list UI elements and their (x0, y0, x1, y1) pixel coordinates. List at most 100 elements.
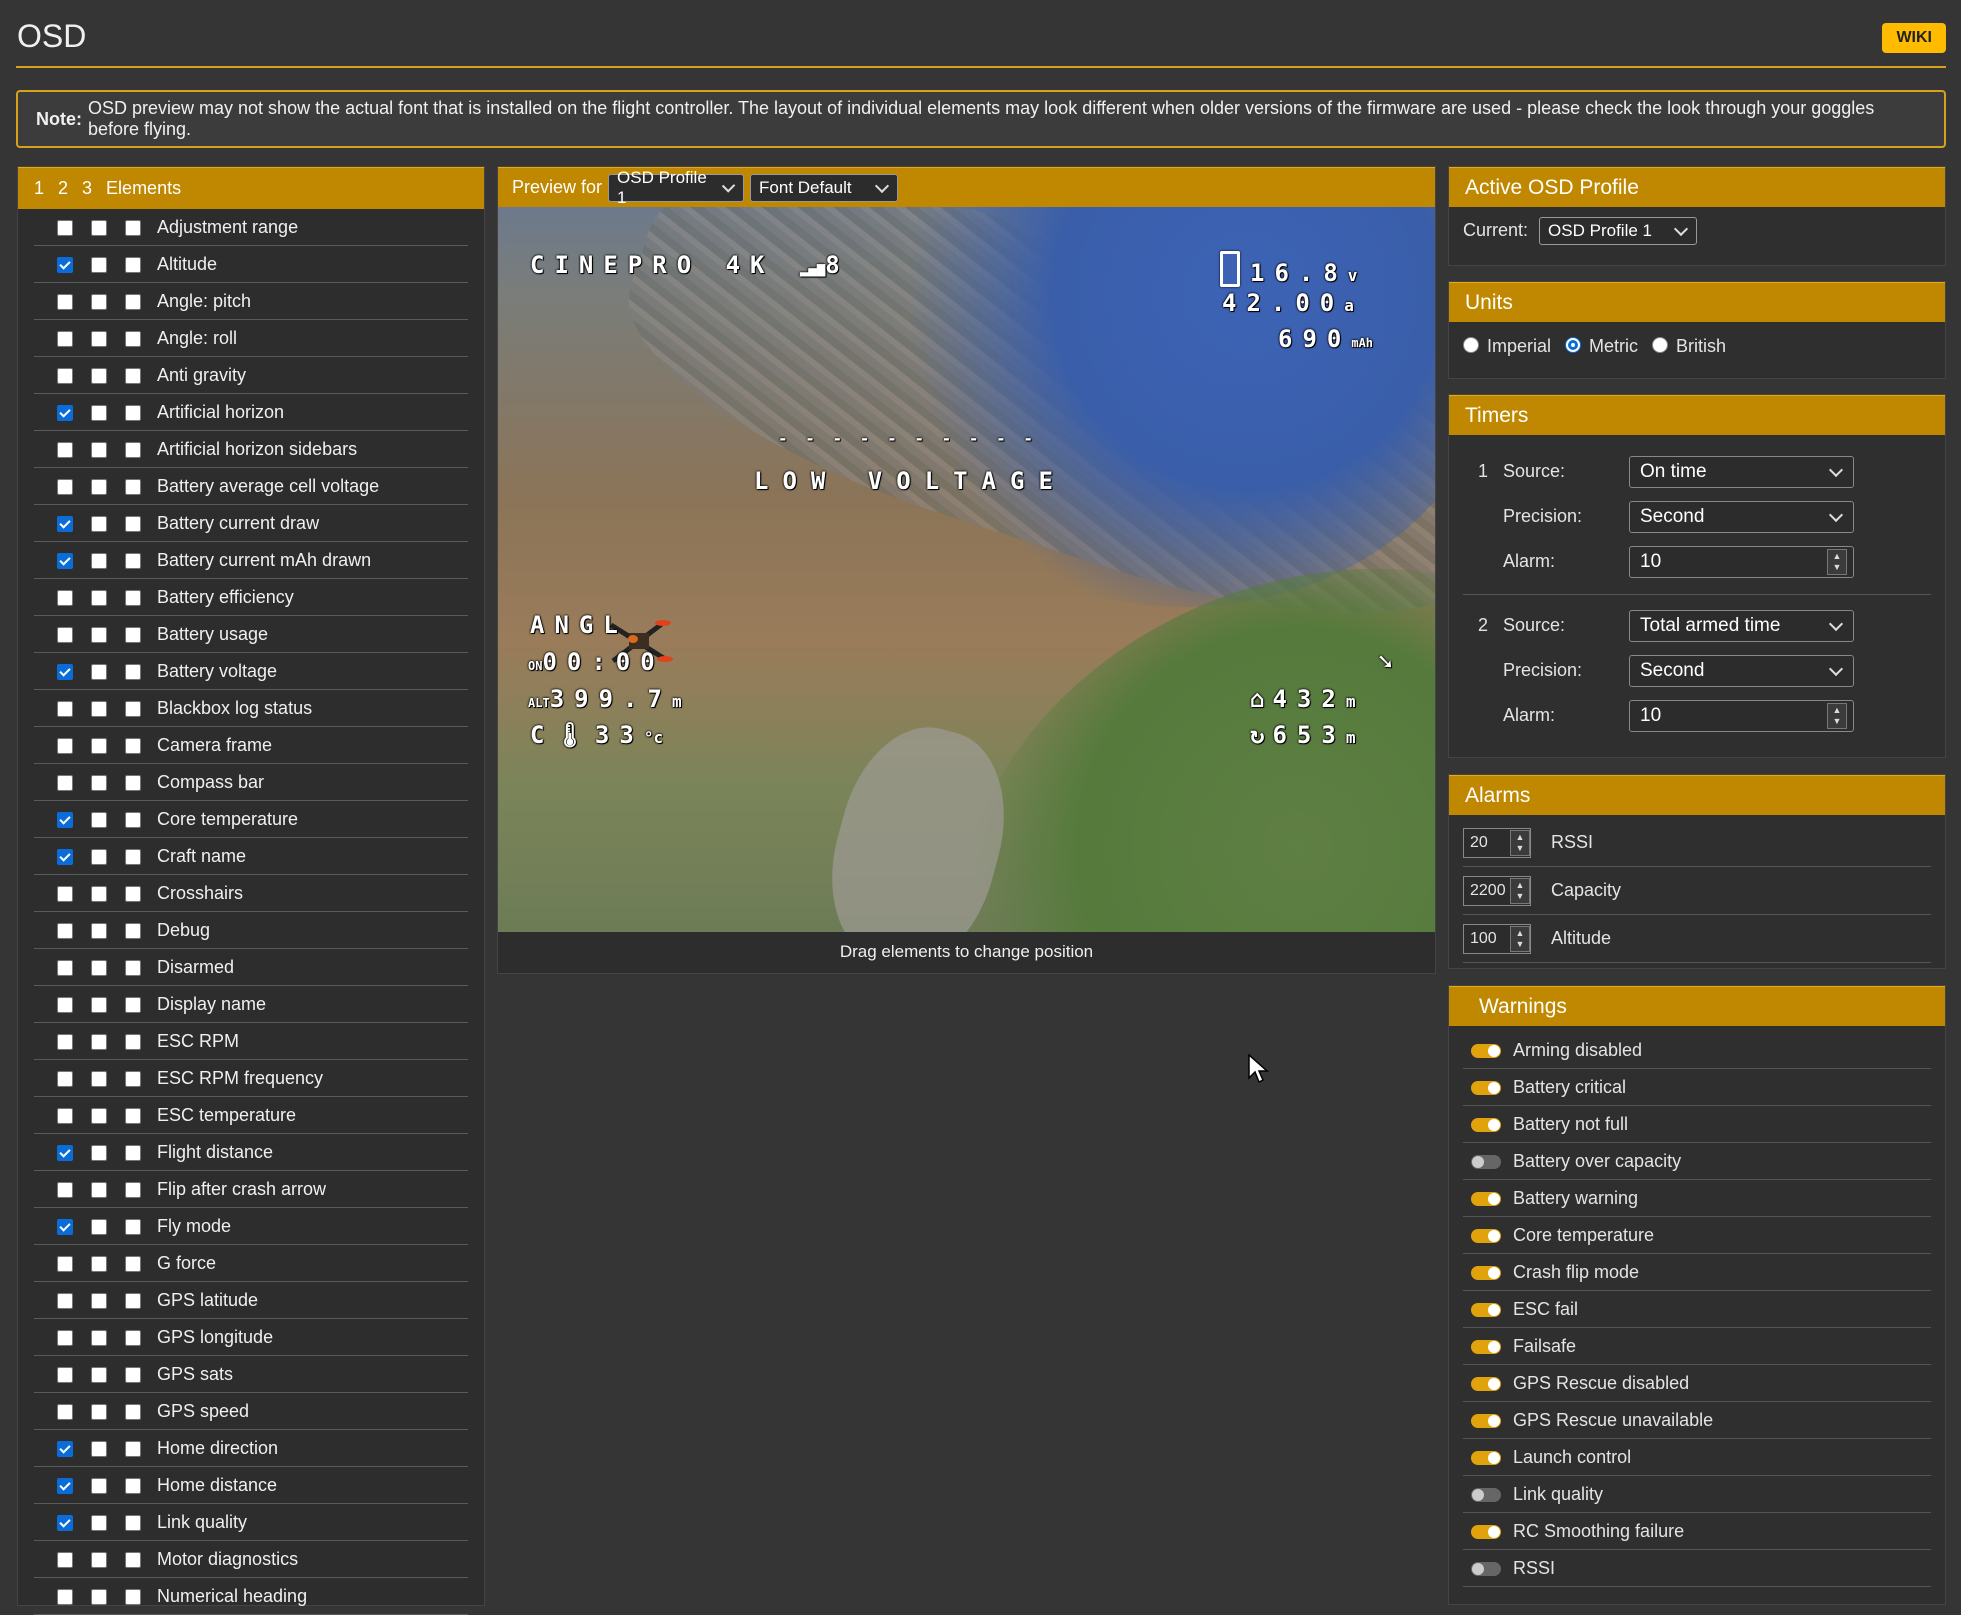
profile-3-checkbox[interactable] (125, 441, 141, 458)
profile-2-checkbox[interactable] (91, 1403, 107, 1420)
profile-3-checkbox[interactable] (125, 811, 141, 828)
profile-3-checkbox[interactable] (125, 1403, 141, 1420)
wiki-button[interactable]: WIKI (1882, 23, 1946, 53)
profile-2-checkbox[interactable] (91, 256, 107, 273)
osd-artificial-horizon[interactable]: - - - - - - - - - - (778, 429, 1037, 448)
alarm-value-input[interactable]: 100 ▲ ▼ (1463, 923, 1531, 954)
profile-2-checkbox[interactable] (91, 1181, 107, 1198)
profile-1-checkbox[interactable] (57, 1033, 73, 1050)
profile-3-checkbox[interactable] (125, 700, 141, 717)
profile-3-checkbox[interactable] (125, 404, 141, 421)
profile-3-checkbox[interactable] (125, 1329, 141, 1346)
osd-current-draw[interactable]: 42.00a (1222, 289, 1364, 317)
profile-3-checkbox[interactable] (125, 996, 141, 1013)
profile-1-checkbox[interactable] (57, 441, 73, 458)
warning-toggle[interactable] (1471, 1191, 1501, 1206)
timer-precision-select[interactable]: Second (1629, 500, 1854, 533)
timer-alarm-input[interactable]: 10 ▲ ▼ (1629, 699, 1854, 732)
warning-toggle[interactable] (1471, 1228, 1501, 1243)
osd-craft-name[interactable]: CINEPRO 4K (530, 251, 775, 279)
profile-2-checkbox[interactable] (91, 737, 107, 754)
profile-1-checkbox[interactable] (57, 996, 73, 1013)
profile-3-checkbox[interactable] (125, 626, 141, 643)
osd-battery-voltage[interactable]: 16.8v (1220, 251, 1367, 287)
profile-2-checkbox[interactable] (91, 441, 107, 458)
profile-3-checkbox[interactable] (125, 367, 141, 384)
profile-2-checkbox[interactable] (91, 1366, 107, 1383)
profile-2-checkbox[interactable] (91, 700, 107, 717)
profile-1-checkbox[interactable] (57, 1477, 73, 1494)
profile-1-checkbox[interactable] (57, 626, 73, 643)
profile-1-checkbox[interactable] (57, 1144, 73, 1161)
profile-3-checkbox[interactable] (125, 330, 141, 347)
osd-flight-distance[interactable]: ↻ 653m (1250, 721, 1365, 749)
profile-3-checkbox[interactable] (125, 1144, 141, 1161)
profile-3-checkbox[interactable] (125, 848, 141, 865)
profile-2-checkbox[interactable] (91, 922, 107, 939)
profile-1-checkbox[interactable] (57, 1514, 73, 1531)
profile-1-checkbox[interactable] (57, 367, 73, 384)
profile-3-checkbox[interactable] (125, 256, 141, 273)
profile-1-checkbox[interactable] (57, 959, 73, 976)
profile-2-checkbox[interactable] (91, 1329, 107, 1346)
radio-button[interactable] (1565, 337, 1582, 353)
profile-1-checkbox[interactable] (57, 293, 73, 310)
profile-3-checkbox[interactable] (125, 922, 141, 939)
profile-2-checkbox[interactable] (91, 1218, 107, 1235)
spinner-icon[interactable]: ▲ ▼ (1510, 925, 1530, 952)
profile-1-checkbox[interactable] (57, 1588, 73, 1605)
profile-3-checkbox[interactable] (125, 478, 141, 495)
warning-toggle[interactable] (1471, 1339, 1501, 1354)
osd-home-distance[interactable]: ⌂ 432m (1250, 685, 1365, 713)
profile-3-checkbox[interactable] (125, 1181, 141, 1198)
spinner-up-icon[interactable]: ▲ (1833, 705, 1842, 716)
spinner-up-icon[interactable]: ▲ (1516, 880, 1525, 891)
warning-toggle[interactable] (1471, 1524, 1501, 1539)
profile-1-checkbox[interactable] (57, 1440, 73, 1457)
profile-3-checkbox[interactable] (125, 515, 141, 532)
osd-warning[interactable]: LOW VOLTAGE (754, 467, 1067, 495)
profile-1-checkbox[interactable] (57, 1181, 73, 1198)
profile-1-checkbox[interactable] (57, 589, 73, 606)
osd-timer[interactable]: ON00:00 (528, 648, 665, 676)
profile-1-checkbox[interactable] (57, 330, 73, 347)
profile-1-checkbox[interactable] (57, 1255, 73, 1272)
profile-3-checkbox[interactable] (125, 1514, 141, 1531)
profile-2-checkbox[interactable] (91, 1070, 107, 1087)
timer-alarm-input[interactable]: 10 ▲ ▼ (1629, 545, 1854, 578)
profile-1-checkbox[interactable] (57, 219, 73, 236)
unit-option-british[interactable]: British (1652, 336, 1726, 356)
profile-2-checkbox[interactable] (91, 1255, 107, 1272)
timer-source-select[interactable]: Total armed time (1629, 609, 1854, 642)
profile-1-checkbox[interactable] (57, 1403, 73, 1420)
warning-toggle[interactable] (1471, 1413, 1501, 1428)
profile-2-checkbox[interactable] (91, 959, 107, 976)
profile-1-checkbox[interactable] (57, 700, 73, 717)
profile-2-checkbox[interactable] (91, 885, 107, 902)
profile-1-checkbox[interactable] (57, 663, 73, 680)
active-profile-select[interactable]: OSD Profile 1 (1539, 217, 1698, 245)
alarm-value-input[interactable]: 2200 ▲ ▼ (1463, 875, 1531, 906)
warning-toggle[interactable] (1471, 1080, 1501, 1095)
profile-2-checkbox[interactable] (91, 1477, 107, 1494)
profile-1-checkbox[interactable] (57, 1292, 73, 1309)
profile-2-checkbox[interactable] (91, 1033, 107, 1050)
timer-source-select[interactable]: On time (1629, 455, 1854, 488)
profile-1-checkbox[interactable] (57, 1218, 73, 1235)
profile-1-checkbox[interactable] (57, 737, 73, 754)
profile-1-checkbox[interactable] (57, 1070, 73, 1087)
timer-precision-select[interactable]: Second (1629, 654, 1854, 687)
profile-1-checkbox[interactable] (57, 552, 73, 569)
spinner-icon[interactable]: ▲ ▼ (1827, 548, 1847, 575)
spinner-icon[interactable]: ▲ ▼ (1510, 877, 1530, 904)
profile-3-checkbox[interactable] (125, 885, 141, 902)
profile-1-checkbox[interactable] (57, 774, 73, 791)
profile-3-checkbox[interactable] (125, 1551, 141, 1568)
profile-2-checkbox[interactable] (91, 848, 107, 865)
warning-toggle[interactable] (1471, 1450, 1501, 1465)
profile-2-checkbox[interactable] (91, 1440, 107, 1457)
spinner-down-icon[interactable]: ▼ (1833, 716, 1842, 727)
profile-3-checkbox[interactable] (125, 219, 141, 236)
profile-3-checkbox[interactable] (125, 552, 141, 569)
profile-3-checkbox[interactable] (125, 1218, 141, 1235)
